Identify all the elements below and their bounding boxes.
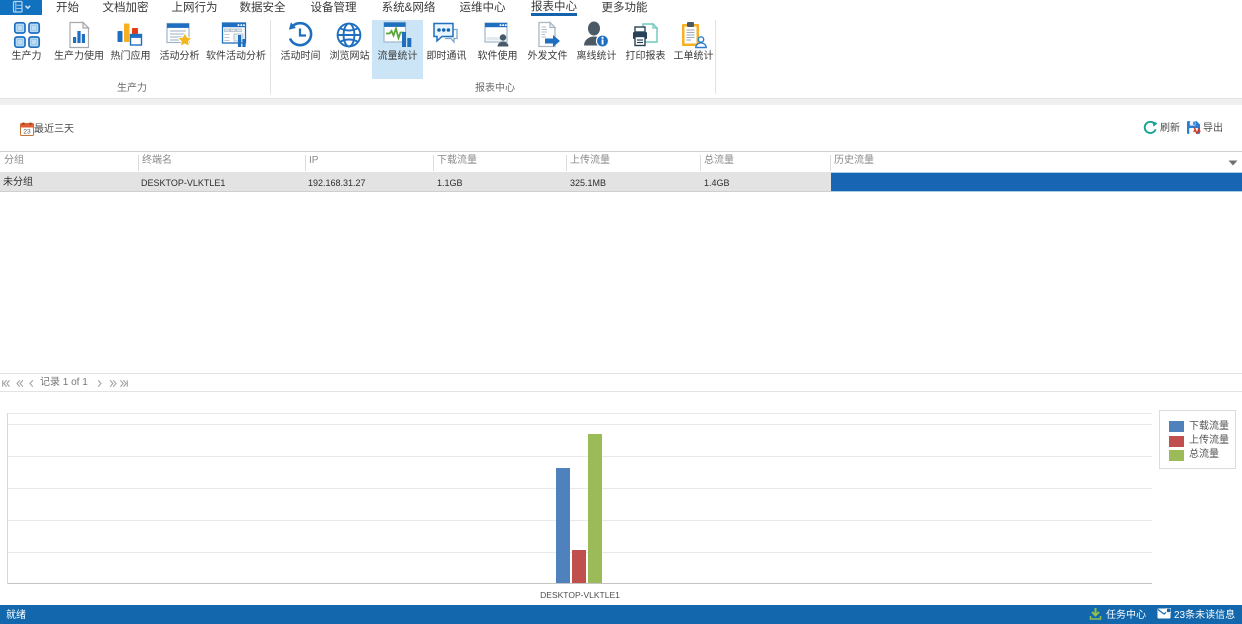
svg-text:23: 23 — [23, 129, 31, 136]
